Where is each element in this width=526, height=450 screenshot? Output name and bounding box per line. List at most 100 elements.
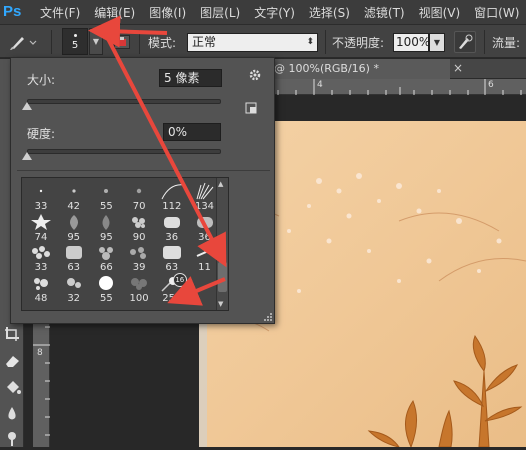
- brush-preset-item[interactable]: 55: [90, 273, 122, 304]
- brush-tip-thumbnail: [58, 212, 90, 232]
- brush-preset-size: 33: [34, 262, 48, 273]
- hover-size-badge: 16: [172, 272, 187, 287]
- brush-tip-thumbnail: [58, 181, 90, 201]
- brush-preset-size: 112: [162, 201, 182, 212]
- brush-tip-thumbnail: [90, 212, 122, 232]
- brush-tip-thumbnail: [156, 181, 188, 201]
- menu-file[interactable]: 文件(F): [40, 4, 80, 21]
- brush-tip-thumbnail: [90, 273, 122, 293]
- brush-preset-item[interactable]: 33: [25, 181, 57, 212]
- brush-tool-icon[interactable]: [8, 25, 38, 59]
- brush-preset-item[interactable]: 42: [58, 181, 90, 212]
- brush-preset-size: 36: [165, 231, 179, 243]
- brush-preset-item[interactable]: 63: [58, 242, 90, 273]
- brush-preset-size: 66: [100, 262, 113, 273]
- scrollbar-thumb[interactable]: [218, 262, 227, 292]
- brush-preset-item[interactable]: 112: [156, 181, 188, 212]
- menu-image[interactable]: 图像(I): [149, 4, 186, 21]
- brush-tip-thumbnail: [25, 273, 57, 293]
- menu-edit[interactable]: 编辑(E): [94, 4, 135, 21]
- brush-preset-size: 33: [34, 201, 48, 212]
- brush-preset-item[interactable]: 74: [25, 212, 57, 243]
- brush-preset-panel: 大小: 5 像素 硬度: 0% 33 42 55 70 112 134 74 95 95 90 36…: [10, 57, 275, 324]
- brush-tip-thumbnail: [123, 181, 155, 201]
- ruler-label-8: 8: [37, 348, 43, 358]
- brush-preset-item[interactable]: 36: [156, 212, 188, 243]
- pressure-opacity-icon[interactable]: [454, 31, 476, 53]
- brush-preset-item[interactable]: 250 16: [156, 272, 188, 304]
- brush-preset-size: 55: [100, 292, 113, 304]
- size-slider-track[interactable]: [27, 99, 221, 104]
- menu-view[interactable]: 视图(V): [419, 4, 461, 21]
- brush-preset-item[interactable]: 100: [123, 273, 155, 304]
- blend-mode-value: 正常: [192, 35, 217, 49]
- dodge-tool-icon[interactable]: [4, 430, 21, 447]
- brush-preset-size: 32: [67, 292, 81, 304]
- select-arrows-icon: ⬍: [306, 37, 314, 47]
- document-tab-bar: @ 100%(RGB/16) * ×: [270, 59, 526, 79]
- brush-preset-item[interactable]: 90: [123, 212, 155, 243]
- brush-tip-thumbnail: [156, 212, 188, 232]
- brush-tip-thumbnail: [156, 242, 188, 262]
- crop-tool-icon[interactable]: [4, 325, 21, 342]
- size-input[interactable]: 5 像素: [159, 69, 222, 87]
- brush-preset-item[interactable]: 66: [90, 242, 122, 273]
- brush-tip-thumbnail: [123, 212, 155, 232]
- brush-preset-item[interactable]: 33: [25, 242, 57, 273]
- brush-preset-item[interactable]: 70: [123, 181, 155, 212]
- hardness-slider-track[interactable]: [27, 149, 221, 154]
- brush-preset-item[interactable]: 63: [156, 242, 188, 273]
- brush-preset-size: 250: [162, 292, 182, 304]
- hardness-input[interactable]: 0%: [163, 123, 221, 141]
- brush-preset-item[interactable]: 95: [90, 212, 122, 243]
- brush-preset-item[interactable]: 39: [123, 242, 155, 273]
- scroll-up-icon[interactable]: ▲: [218, 180, 223, 188]
- brush-preset-dropdown-button[interactable]: ▼: [89, 28, 103, 55]
- brush-preset-item[interactable]: 95: [58, 212, 90, 243]
- opacity-input[interactable]: 100%: [393, 33, 430, 52]
- tool-options-bar: 5 ▼ 模式: 正常 ⬍ 不透明度: 100% ▼ 流量:: [0, 24, 526, 58]
- brush-tip-preview: [74, 34, 77, 37]
- document-tab-title: @ 100%(RGB/16) *: [274, 62, 379, 75]
- menu-select[interactable]: 选择(S): [309, 4, 350, 21]
- brush-preset-item[interactable]: 48: [25, 273, 57, 304]
- scroll-down-icon[interactable]: ▼: [218, 300, 223, 308]
- brush-tip-thumbnail: [58, 242, 90, 262]
- paint-bucket-tool-icon[interactable]: [4, 379, 21, 396]
- mode-label: 模式:: [148, 35, 177, 50]
- brush-preset-size: 95: [100, 231, 113, 243]
- brush-preset-size: 90: [132, 231, 146, 243]
- brush-preset-picker[interactable]: 5: [62, 28, 88, 55]
- document-tab[interactable]: @ 100%(RGB/16) *: [270, 59, 450, 79]
- toggle-brush-panel-icon[interactable]: [114, 35, 130, 49]
- menu-layer[interactable]: 图层(L): [200, 4, 240, 21]
- preset-list-scrollbar[interactable]: ▲ ▼: [216, 178, 228, 310]
- blend-mode-select[interactable]: 正常 ⬍: [187, 33, 318, 52]
- eraser-tool-icon[interactable]: [4, 352, 21, 369]
- menu-type[interactable]: 文字(Y): [254, 4, 295, 21]
- document-tab-close-icon[interactable]: ×: [453, 61, 463, 75]
- size-slider-thumb[interactable]: [22, 102, 32, 110]
- hardness-slider-thumb[interactable]: [22, 152, 32, 160]
- horizontal-ruler: 4 6: [270, 79, 526, 95]
- brush-preset-item[interactable]: 55: [90, 181, 122, 212]
- menu-bar: Ps 文件(F) 编辑(E) 图像(I) 图层(L) 文字(Y) 选择(S) 滤…: [0, 0, 526, 24]
- opacity-label: 不透明度:: [332, 35, 385, 50]
- blur-tool-icon[interactable]: [4, 405, 21, 422]
- brush-preset-size: 39: [132, 262, 146, 273]
- brush-preset-size: 42: [67, 201, 81, 212]
- brush-preset-size: 48: [34, 292, 48, 304]
- brush-preset-size: 95: [67, 231, 81, 243]
- menu-filter[interactable]: 滤镜(T): [364, 4, 405, 21]
- brush-preset-item[interactable]: 32: [58, 273, 90, 304]
- menu-window[interactable]: 窗口(W): [474, 4, 519, 21]
- panel-settings-gear-icon[interactable]: [247, 67, 263, 83]
- brush-preset-size: 63: [67, 262, 81, 273]
- new-preset-icon[interactable]: [245, 102, 257, 114]
- brush-preset-size: 63: [165, 262, 179, 273]
- brush-tip-thumbnail: [123, 242, 155, 262]
- brush-tip-thumbnail: [123, 273, 155, 293]
- opacity-dropdown-button[interactable]: ▼: [429, 33, 445, 52]
- resize-grip-icon[interactable]: [263, 311, 273, 321]
- size-label: 大小:: [27, 73, 56, 87]
